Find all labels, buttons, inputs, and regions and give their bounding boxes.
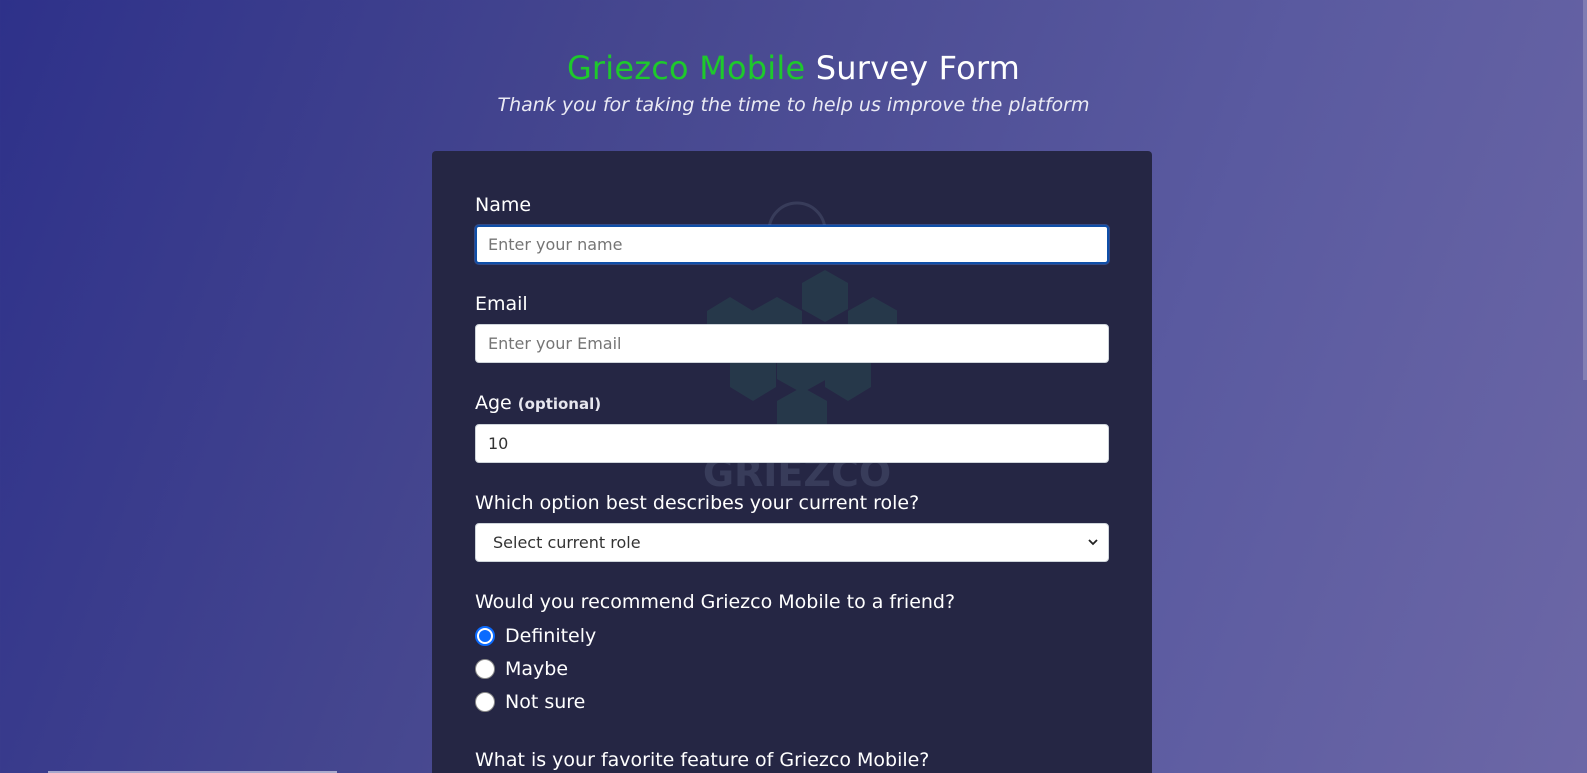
survey-form-card: GRIEZCO Name Email Age (optional) Which … xyxy=(432,151,1152,773)
radio-label-maybe: Maybe xyxy=(505,657,569,680)
brand-name: Griezco Mobile xyxy=(566,49,806,87)
email-field-group: Email xyxy=(475,292,1109,363)
age-input[interactable] xyxy=(475,424,1109,463)
role-select[interactable]: Select current role xyxy=(475,523,1109,562)
role-field-group: Which option best describes your current… xyxy=(475,491,1109,562)
age-label-text: Age xyxy=(475,392,512,414)
title-rest: Survey Form xyxy=(815,49,1021,87)
recommend-question: Would you recommend Griezco Mobile to a … xyxy=(475,591,956,613)
radio-label-not-sure: Not sure xyxy=(505,690,586,713)
radio-label-definitely: Definitely xyxy=(505,624,597,647)
radio-button-definitely[interactable] xyxy=(475,625,495,646)
email-label: Email xyxy=(475,293,528,315)
page-header: Griezco Mobile Survey Form Thank you for… xyxy=(0,0,1587,119)
feature-label: What is your favorite feature of Griezco… xyxy=(475,749,930,771)
radio-option-definitely[interactable]: Definitely xyxy=(475,619,1109,652)
page-title: Griezco Mobile Survey Form xyxy=(0,46,1587,90)
optional-hint: (optional) xyxy=(517,395,602,413)
email-input[interactable] xyxy=(475,324,1109,363)
name-label: Name xyxy=(475,194,532,216)
radio-button-maybe[interactable] xyxy=(475,658,495,679)
recommend-options: Definitely Maybe Not sure xyxy=(475,619,1109,718)
feature-field-group: What is your favorite feature of Griezco… xyxy=(475,748,1109,772)
age-label: Age (optional) xyxy=(475,391,1109,416)
page-subtitle: Thank you for taking the time to help us… xyxy=(497,94,1090,116)
page-scrollbar[interactable] xyxy=(1583,0,1587,380)
radio-option-not-sure[interactable]: Not sure xyxy=(475,685,1109,718)
recommend-field-group: Would you recommend Griezco Mobile to a … xyxy=(475,590,1109,718)
age-field-group: Age (optional) xyxy=(475,391,1109,463)
role-label: Which option best describes your current… xyxy=(475,492,920,514)
name-input[interactable] xyxy=(475,225,1109,264)
radio-button-not-sure[interactable] xyxy=(475,691,495,712)
radio-option-maybe[interactable]: Maybe xyxy=(475,652,1109,685)
name-field-group: Name xyxy=(475,193,1109,264)
role-selected-value: Select current role xyxy=(493,533,641,552)
chevron-down-icon xyxy=(1088,539,1098,546)
